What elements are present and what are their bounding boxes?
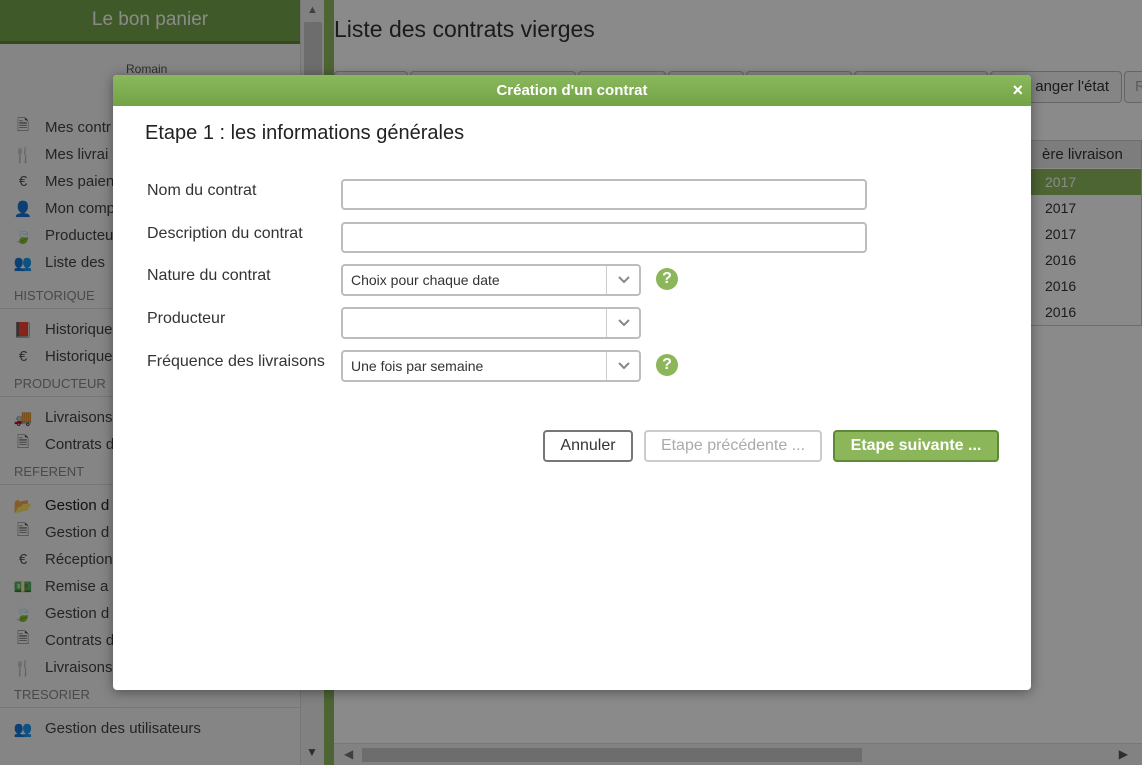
next-step-button[interactable]: Etape suivante ... — [833, 430, 999, 462]
delivery-frequency-select[interactable]: Une fois par semaine — [341, 350, 641, 382]
chevron-down-icon[interactable] — [617, 318, 631, 328]
contract-nature-select[interactable]: Choix pour chaque date — [341, 264, 641, 296]
create-contract-dialog: Création d'un contrat × Etape 1 : les in… — [113, 75, 1031, 690]
form-row-description: Description du contrat — [147, 222, 987, 254]
chevron-down-icon[interactable] — [617, 275, 631, 285]
help-icon[interactable]: ? — [656, 268, 678, 290]
producer-label: Producteur — [147, 310, 226, 327]
form-row-name: Nom du contrat — [147, 179, 987, 211]
delivery-frequency-label: Fréquence des livraisons — [147, 353, 325, 370]
dialog-title: Création d'un contrat — [496, 82, 648, 99]
form-row-frequency: Fréquence des livraisons Une fois par se… — [147, 350, 987, 382]
contract-description-input[interactable] — [341, 222, 867, 253]
help-icon[interactable]: ? — [656, 354, 678, 376]
cancel-button[interactable]: Annuler — [543, 430, 633, 462]
chevron-down-icon[interactable] — [617, 361, 631, 371]
contract-name-input[interactable] — [341, 179, 867, 210]
step-title: Etape 1 : les informations générales — [145, 122, 465, 144]
delivery-frequency-value: Une fois par semaine — [351, 358, 484, 374]
contract-description-label: Description du contrat — [147, 225, 303, 242]
producer-select[interactable] — [341, 307, 641, 339]
contract-nature-label: Nature du contrat — [147, 267, 271, 284]
form-row-nature: Nature du contrat Choix pour chaque date… — [147, 264, 987, 296]
contract-nature-value: Choix pour chaque date — [351, 272, 500, 288]
close-icon[interactable]: × — [1012, 75, 1023, 106]
form-row-producer: Producteur — [147, 307, 987, 339]
previous-step-button[interactable]: Etape précédente ... — [644, 430, 822, 462]
contract-name-label: Nom du contrat — [147, 182, 257, 199]
dialog-header: Création d'un contrat × — [113, 75, 1031, 106]
